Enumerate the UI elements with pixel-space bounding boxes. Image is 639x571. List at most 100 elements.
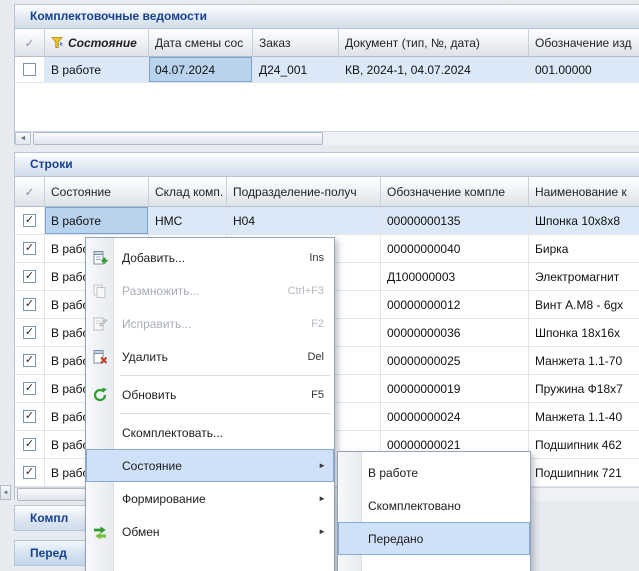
header-warehouse[interactable]: Склад комп. [149, 177, 227, 207]
submenu-item-transferred[interactable]: Передано [338, 522, 530, 555]
row-checkbox[interactable]: ✓ [23, 410, 36, 423]
sheet-row[interactable]: В работе 04.07.2024 Д24_001 КВ, 2024-1, … [15, 57, 639, 83]
submenu-arrow-icon: ► [318, 527, 326, 536]
header-document[interactable]: Документ (тип, №, дата) [339, 29, 529, 57]
scroll-thumb[interactable] [33, 132, 323, 145]
header-check-column[interactable]: ✓ [15, 177, 45, 207]
submenu-item-assembled[interactable]: Скомплектовано [338, 489, 530, 522]
copy-icon [92, 283, 108, 299]
menu-item-assemble[interactable]: Скомплектовать... [86, 416, 334, 449]
menu-item-edit[interactable]: Исправить... F2 [86, 307, 334, 340]
header-name[interactable]: Наименование к [529, 177, 639, 207]
cell-name[interactable]: Пружина Ф18х7 [529, 375, 639, 403]
header-code[interactable]: Обозначение компле [381, 177, 529, 207]
header-designation[interactable]: Обозначение изд [529, 29, 639, 57]
cell-code[interactable]: 00000000036 [381, 319, 529, 347]
row-checkbox[interactable]: ✓ [23, 326, 36, 339]
cell-code[interactable]: Д100000003 [381, 263, 529, 291]
check-icon: ✓ [25, 411, 34, 422]
add-icon [92, 250, 108, 266]
menu-item-forming[interactable]: Формирование ► [86, 482, 334, 515]
cell-name[interactable]: Подшипник 721 [529, 459, 639, 487]
submenu-item-in-work[interactable]: В работе [338, 456, 530, 489]
cell-code[interactable]: 00000000025 [381, 347, 529, 375]
check-icon: ✓ [25, 355, 34, 366]
sheet-doc-cell[interactable]: КВ, 2024-1, 04.07.2024 [339, 57, 529, 83]
left-arrow-icon: ◄ [20, 135, 27, 142]
row-checkbox[interactable]: ✓ [23, 354, 36, 367]
header-check-column[interactable]: ✓ [15, 29, 45, 57]
menu-item-label: Обмен [122, 525, 160, 539]
row-checkbox[interactable]: ✓ [23, 298, 36, 311]
header-date[interactable]: Дата смены сос [149, 29, 253, 57]
row-checkbox[interactable]: ✓ [23, 466, 36, 479]
row-checkbox-cell[interactable]: ✓ [15, 291, 45, 319]
scroll-left-button[interactable]: ◄ [15, 132, 31, 145]
row-checkbox[interactable] [23, 63, 36, 76]
sheet-date-cell[interactable]: 04.07.2024 [149, 57, 253, 83]
menu-item-label: Формирование [122, 492, 206, 506]
sheet-designation-cell[interactable]: 001.00000 [529, 57, 639, 83]
menu-item-shortcut: Ctrl+F3 [288, 285, 324, 297]
sheets-panel-title: Комплектовочные ведомости [15, 5, 639, 29]
cell-name[interactable]: Электромагнит [529, 263, 639, 291]
cell-code[interactable]: 00000000019 [381, 375, 529, 403]
menu-item-add[interactable]: Добавить... Ins [86, 241, 334, 274]
cell-name[interactable]: Шпонка 10х8х8 [529, 207, 639, 235]
cell-name[interactable]: Подшипник 462 [529, 431, 639, 459]
submenu-item-label: Скомплектовано [368, 499, 461, 513]
row-checkbox[interactable]: ✓ [23, 270, 36, 283]
row-checkbox-cell[interactable]: ✓ [15, 431, 45, 459]
row-checkbox[interactable]: ✓ [23, 382, 36, 395]
header-order[interactable]: Заказ [253, 29, 339, 57]
sheet-order-cell[interactable]: Д24_001 [253, 57, 339, 83]
check-icon: ✓ [25, 439, 34, 450]
cell-warehouse[interactable]: НМС [149, 207, 227, 235]
header-department[interactable]: Подразделение-получ [227, 177, 381, 207]
row-checkbox[interactable]: ✓ [23, 438, 36, 451]
row-checkbox-cell[interactable]: ✓ [15, 263, 45, 291]
cell-name[interactable]: Шпонка 18х16х [529, 319, 639, 347]
row-checkbox-cell[interactable]: ✓ [15, 235, 45, 263]
menu-item-exchange[interactable]: Обмен ► [86, 515, 334, 548]
row-checkbox-cell[interactable]: ✓ [15, 207, 45, 235]
row-checkbox-cell[interactable]: ✓ [15, 375, 45, 403]
row-checkbox-cell[interactable]: ✓ [15, 319, 45, 347]
header-state[interactable]: Состояние [45, 177, 149, 207]
edit-icon [92, 316, 108, 332]
check-icon: ✓ [25, 299, 34, 310]
menu-item-label: Скомплектовать... [122, 426, 223, 440]
cell-code[interactable]: 00000000024 [381, 403, 529, 431]
row-checkbox[interactable]: ✓ [23, 242, 36, 255]
cell-code[interactable]: 00000000040 [381, 235, 529, 263]
row-checkbox-cell[interactable]: ✓ [15, 459, 45, 487]
cell-department[interactable]: Н04 [227, 207, 381, 235]
header-state[interactable]: Состояние [45, 29, 149, 57]
cell-state[interactable]: В работе [45, 207, 149, 235]
menu-item-refresh[interactable]: Обновить F5 [86, 378, 334, 411]
menu-item-duplicate[interactable]: Размножить... Ctrl+F3 [86, 274, 334, 307]
cell-name[interactable]: Манжета 1.1-70 [529, 347, 639, 375]
sheets-hscrollbar[interactable]: ◄ [15, 131, 639, 145]
row-checkbox[interactable]: ✓ [23, 214, 36, 227]
menu-item-label: Состояние [122, 459, 182, 473]
sheets-panel: Комплектовочные ведомости ✓ Состояние Да… [14, 4, 639, 144]
filter-funnel-icon [51, 36, 64, 49]
menu-item-shortcut: Del [307, 351, 324, 363]
row-checkbox-cell[interactable]: ✓ [15, 403, 45, 431]
cell-code[interactable]: 00000000135 [381, 207, 529, 235]
menu-item-state[interactable]: Состояние ► [86, 449, 334, 482]
table-row[interactable]: ✓ В работе НМС Н04 00000000135 Шпонка 10… [15, 207, 639, 235]
cell-code[interactable]: 00000000012 [381, 291, 529, 319]
cell-name[interactable]: Винт А.М8 - 6gх [529, 291, 639, 319]
menu-item-shortcut: F2 [311, 318, 324, 330]
sheet-state-cell[interactable]: В работе [45, 57, 149, 83]
scroll-left-button[interactable]: ◄ [0, 485, 11, 500]
sheet-row-checkbox-cell[interactable] [15, 57, 45, 83]
cell-name[interactable]: Бирка [529, 235, 639, 263]
submenu-arrow-icon: ► [318, 461, 326, 470]
menu-item-delete[interactable]: Удалить Del [86, 340, 334, 373]
cell-name[interactable]: Манжета 1.1-40 [529, 403, 639, 431]
row-checkbox-cell[interactable]: ✓ [15, 347, 45, 375]
app-window: Комплектовочные ведомости ✓ Состояние Да… [0, 0, 639, 571]
